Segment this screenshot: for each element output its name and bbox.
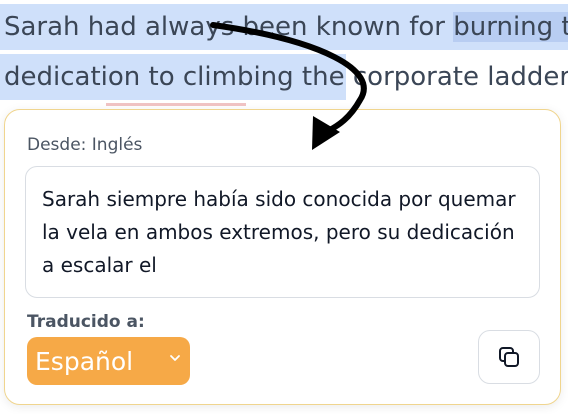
target-language-label: Traducido a: <box>27 312 145 332</box>
line1-text-a: Sarah had always been known for <box>4 12 454 42</box>
highlighted-line-2: dedication to climbing the corporate lad… <box>0 54 568 100</box>
background-underline <box>106 103 246 106</box>
chevron-down-icon <box>170 355 180 361</box>
line1-text-b: burning t <box>453 12 568 42</box>
target-language-value: Español <box>35 346 134 376</box>
source-language-label: Desde: Inglés <box>27 135 143 155</box>
translation-popup: Desde: Inglés Sarah siempre había sido c… <box>4 109 561 405</box>
copy-button[interactable] <box>478 330 540 384</box>
translation-text-box: Sarah siempre había sido conocida por qu… <box>25 166 540 298</box>
target-language-select[interactable]: Español <box>27 337 190 385</box>
highlighted-line-1: Sarah had always been known for burning … <box>0 4 568 50</box>
line2-text-b: corporate ladder <box>352 62 568 92</box>
copy-icon <box>499 347 519 367</box>
line2-text-a: dedication to climbing the <box>4 62 353 92</box>
